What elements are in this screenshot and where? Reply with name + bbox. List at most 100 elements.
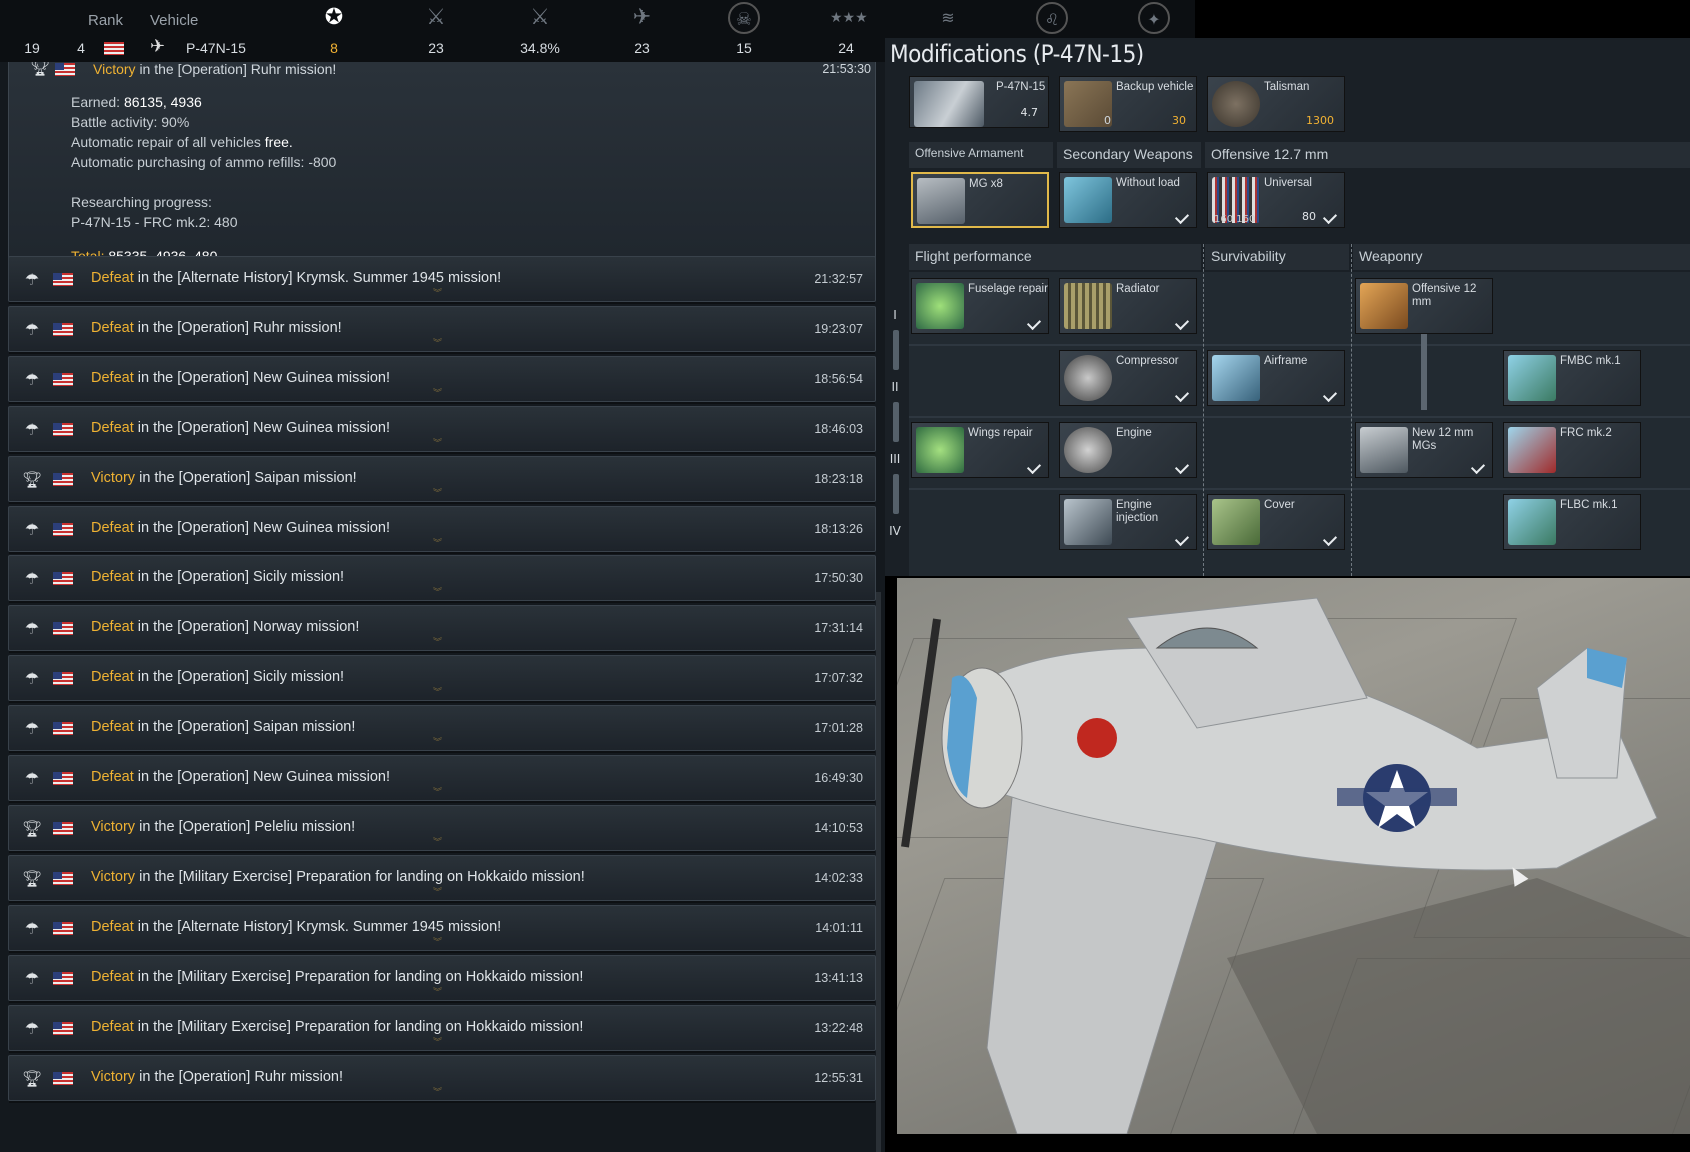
mission-description: Defeat in the [Operation] New Guinea mis… xyxy=(91,420,390,436)
stat-4: 23 xyxy=(634,40,650,56)
mission-row[interactable]: ☂ Defeat in the [Operation] Norway missio… xyxy=(8,605,876,653)
expand-chevron-icon[interactable]: ︾ xyxy=(433,635,442,648)
flight-performance-header: Flight performance xyxy=(909,244,1201,270)
mission-description: Defeat in the [Military Exercise] Prepar… xyxy=(91,1019,583,1035)
expand-chevron-icon[interactable]: ︾ xyxy=(433,1085,442,1098)
engine-tile[interactable]: Engine xyxy=(1059,422,1197,478)
mission-description: Victory in the [Operation] Peleliu missi… xyxy=(91,819,355,835)
mission-row[interactable]: ☂ Defeat in the [Operation] Saipan missio… xyxy=(8,705,876,753)
tier-2-label: II xyxy=(891,380,899,394)
expand-chevron-icon[interactable]: ︾ xyxy=(433,985,442,998)
mission-row[interactable]: ☂ Defeat in the [Operation] Sicily missio… xyxy=(8,555,876,603)
mission-row[interactable]: ☂ Defeat in the [Operation] Ruhr mission!… xyxy=(8,306,876,354)
expand-chevron-icon[interactable]: ︾ xyxy=(433,785,442,798)
crossed-swords-circle-icon[interactable]: ⚔ xyxy=(524,2,556,34)
mission-row[interactable]: ☂ Defeat in the [Operation] Sicily missio… xyxy=(8,655,876,703)
expand-chevron-icon[interactable]: ︾ xyxy=(433,935,442,948)
radiator-label: Radiator xyxy=(1116,283,1160,295)
rank-column-label[interactable]: Rank xyxy=(88,12,123,29)
frc-tile[interactable]: FRC mk.2 xyxy=(1503,422,1641,478)
star-icon[interactable]: ✪ xyxy=(318,2,350,34)
mission-row[interactable]: 🏆︎ Victory in the [Operation] Saipan miss… xyxy=(8,456,876,504)
compressor-tile[interactable]: Compressor xyxy=(1059,350,1197,406)
check-icon xyxy=(1322,387,1338,403)
mission-result: Defeat xyxy=(91,619,134,635)
crossed-swords-icon[interactable]: ⚔ xyxy=(420,2,452,34)
mission-row[interactable]: ☂ Defeat in the [Operation] New Guinea mi… xyxy=(8,406,876,454)
airframe-tile[interactable]: Airframe xyxy=(1207,350,1345,406)
expand-chevron-icon[interactable]: ︾ xyxy=(433,486,442,499)
fmbc-tile[interactable]: FMBC mk.1 xyxy=(1503,350,1641,406)
aircraft-wing-icon xyxy=(1064,177,1112,223)
trophy-icon: 🏆︎ xyxy=(29,62,51,77)
expand-chevron-icon[interactable]: ︾ xyxy=(433,536,442,549)
engine-injection-tile[interactable]: Engine injection xyxy=(1059,494,1197,550)
expand-chevron-icon[interactable]: ︾ xyxy=(433,286,442,299)
lion-emblem-icon[interactable]: ♌ xyxy=(1036,2,1068,34)
mission-row[interactable]: ☂ Defeat in the [Alternate History] Kryms… xyxy=(8,256,876,304)
new-12mm-mgs-tile[interactable]: New 12 mm MGs xyxy=(1355,422,1493,478)
mission-description: Defeat in the [Operation] New Guinea mis… xyxy=(91,769,390,785)
expand-chevron-icon[interactable]: ︾ xyxy=(433,685,442,698)
check-icon xyxy=(1174,531,1190,547)
mission-row[interactable]: 🏆︎ Victory in the [Operation] Peleliu mis… xyxy=(8,805,876,853)
dropdown-check-icon[interactable] xyxy=(1174,209,1190,225)
trophy-icon: 🏆︎ xyxy=(21,869,43,888)
log-scrollbar[interactable] xyxy=(876,592,881,1152)
parachute-icon: ☂ xyxy=(24,769,40,788)
cover-tile[interactable]: Cover xyxy=(1207,494,1345,550)
stars-rank-icon[interactable]: ★★★ xyxy=(830,2,868,34)
radiator-tile[interactable]: Radiator xyxy=(1059,278,1197,334)
mission-row[interactable]: 🏆︎ Victory in the [Military Exercise] Pre… xyxy=(8,855,876,903)
aircraft-icon[interactable]: ✈ xyxy=(626,2,658,34)
mission-row[interactable]: ☂ Defeat in the [Alternate History] Kryms… xyxy=(8,905,876,953)
dropdown-check-icon[interactable] xyxy=(1322,209,1338,225)
mission-row[interactable]: ☂ Defeat in the [Military Exercise] Prepa… xyxy=(8,1005,876,1053)
wings-repair-tile[interactable]: Wings repair xyxy=(911,422,1049,478)
ammo-belts-tile[interactable]: Universal 160 160 80 xyxy=(1207,172,1345,228)
fuselage-repair-tile[interactable]: Fuselage repair xyxy=(911,278,1049,334)
expand-chevron-icon[interactable]: ︾ xyxy=(433,885,442,898)
expanded-mission-text: in the [Operation] Ruhr mission! xyxy=(139,62,337,77)
expand-chevron-icon[interactable]: ︾ xyxy=(433,835,442,848)
expand-chevron-icon[interactable]: ︾ xyxy=(433,436,442,449)
mission-result: Defeat xyxy=(91,719,134,735)
secondary-weapons-tile[interactable]: Without load xyxy=(1059,172,1197,228)
mission-time: 14:10:53 xyxy=(814,821,863,835)
mission-row[interactable]: ☂ Defeat in the [Operation] New Guinea mi… xyxy=(8,755,876,803)
mission-row[interactable]: ☂ Defeat in the [Operation] New Guinea mi… xyxy=(8,356,876,404)
expand-chevron-icon[interactable]: ︾ xyxy=(433,1035,442,1048)
expand-chevron-icon[interactable]: ︾ xyxy=(433,735,442,748)
mission-result: Defeat xyxy=(91,769,134,785)
mission-row[interactable]: 🏆︎ Victory in the [Operation] Ruhr missio… xyxy=(8,1055,876,1103)
offensive-armament-tile[interactable]: MG x8 xyxy=(911,172,1049,228)
hangar-aircraft-view[interactable] xyxy=(897,578,1690,1134)
talisman-tile[interactable]: Talisman 1300 xyxy=(1207,76,1345,132)
expand-chevron-icon[interactable]: ︾ xyxy=(433,585,442,598)
mission-text: in the [Military Exercise] Preparation f… xyxy=(137,969,584,985)
vehicle-card[interactable]: P-47N-15 4.7 xyxy=(909,76,1049,128)
offensive-12mm-tile[interactable]: Offensive 12 mm xyxy=(1355,278,1493,334)
earned-line: Earned: 86135, 4936 xyxy=(71,94,202,110)
lightbulb-icon[interactable]: ✦ xyxy=(1138,2,1170,34)
backup-vehicle-tile[interactable]: Backup vehicle 0 30 xyxy=(1059,76,1197,132)
expanded-mission-entry[interactable]: 🏆︎ Victory in the [Operation] Ruhr missi… xyxy=(8,62,876,272)
us-flag-icon xyxy=(53,572,73,585)
us-flag-icon xyxy=(53,872,73,885)
flbc-tile[interactable]: FLBC mk.1 xyxy=(1503,494,1641,550)
mission-time: 18:23:18 xyxy=(814,472,863,486)
skull-icon[interactable]: ☠ xyxy=(728,2,760,34)
engine-icon xyxy=(1064,427,1112,473)
mission-row[interactable]: ☂ Defeat in the [Military Exercise] Prepa… xyxy=(8,955,876,1003)
expand-chevron-icon[interactable]: ︾ xyxy=(433,386,442,399)
backup-price: 30 xyxy=(1172,114,1186,127)
frc-label: FRC mk.2 xyxy=(1560,427,1612,439)
chevron-rank-icon[interactable]: ≋ xyxy=(932,2,964,34)
mission-description: Defeat in the [Military Exercise] Prepar… xyxy=(91,969,583,985)
expand-chevron-icon[interactable]: ︾ xyxy=(433,336,442,349)
backup-vehicle-label: Backup vehicle xyxy=(1116,81,1194,93)
vehicle-column-label[interactable]: Vehicle xyxy=(150,12,198,29)
mission-row[interactable]: ☂ Defeat in the [Operation] New Guinea mi… xyxy=(8,506,876,554)
mission-time: 14:01:11 xyxy=(815,921,863,935)
mission-result: Defeat xyxy=(91,669,134,685)
